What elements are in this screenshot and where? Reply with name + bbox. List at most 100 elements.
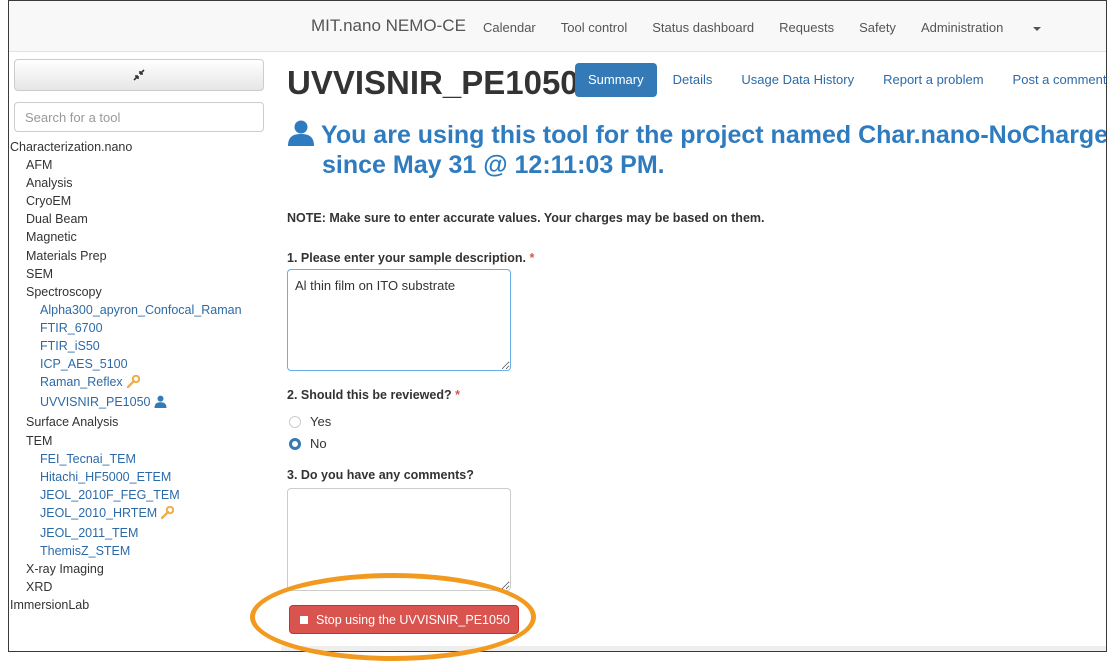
nav-administration[interactable]: Administration: [921, 20, 1066, 35]
radio-unchecked-icon: [289, 415, 301, 428]
review-option-yes[interactable]: Yes: [289, 414, 331, 429]
sidebar-item-icp-aes-5100[interactable]: ICP_AES_5100: [9, 355, 271, 373]
sidebar-item-ftir-is50[interactable]: FTIR_iS50: [9, 337, 271, 355]
page-title: UVVISNIR_PE1050: [287, 64, 579, 101]
stop-button-label: Stop using the UVVISNIR_PE1050: [316, 612, 510, 627]
sidebar-item-x-ray-imaging[interactable]: X-ray Imaging: [9, 560, 271, 578]
sidebar-item-dual-beam[interactable]: Dual Beam: [9, 210, 271, 228]
sidebar-item-jeol-2010f-feg-tem[interactable]: JEOL_2010F_FEG_TEM: [9, 486, 271, 504]
sidebar-item-label: ICP_AES_5100: [40, 357, 128, 372]
sidebar-item-label: X-ray Imaging: [26, 562, 104, 577]
tool-in-use-banner: You are using this tool for the project …: [287, 120, 1107, 180]
sidebar-item-label: Magnetic: [26, 230, 77, 245]
sidebar-item-label: JEOL_2010F_FEG_TEM: [40, 487, 180, 502]
sidebar-item-label: FTIR_6700: [40, 320, 103, 335]
caret-down-icon: [1033, 26, 1042, 31]
compress-arrows-icon: [133, 69, 145, 81]
sidebar-item-ftir-6700[interactable]: FTIR_6700: [9, 319, 271, 337]
tab-post-a-comment[interactable]: Post a comment: [1000, 63, 1106, 97]
collapse-sidebar-button[interactable]: [14, 59, 264, 91]
sidebar-item-label: TEM: [26, 433, 53, 448]
sidebar-item-alpha300-apyron-confocal-raman[interactable]: Alpha300_apyron_Confocal_Raman: [9, 301, 271, 319]
top-navbar: MIT.nano NEMO-CE Calendar Tool control S…: [9, 1, 1106, 52]
sample-description-textarea[interactable]: [287, 269, 511, 371]
sidebar-item-label: Alpha300_apyron_Confocal_Raman: [40, 302, 242, 317]
sidebar-item-raman-reflex[interactable]: Raman_Reflex: [9, 373, 271, 393]
nav-safety[interactable]: Safety: [859, 20, 896, 35]
tab-usage-data-history[interactable]: Usage Data History: [728, 63, 867, 97]
question-1-text: 1. Please enter your sample description.: [287, 251, 526, 265]
question-2-text: 2. Should this be reviewed?: [287, 388, 452, 402]
sidebar-item-label: FTIR_iS50: [40, 339, 100, 354]
wrench-icon: [160, 505, 175, 524]
nav-links: Calendar Tool control Status dashboard R…: [483, 20, 1091, 35]
tab-details[interactable]: Details: [660, 63, 726, 97]
sidebar-item-cryoem[interactable]: CryoEM: [9, 192, 271, 210]
tab-summary[interactable]: Summary: [575, 63, 657, 97]
sidebar-item-label: XRD: [26, 580, 53, 595]
sidebar-item-jeol-2011-tem[interactable]: JEOL_2011_TEM: [9, 524, 271, 542]
sidebar-item-label: Surface Analysis: [26, 415, 119, 430]
sidebar-item-magnetic[interactable]: Magnetic: [9, 228, 271, 246]
nav-status-dashboard[interactable]: Status dashboard: [652, 20, 754, 35]
sidebar-item-label: Characterization.nano: [10, 140, 133, 154]
sidebar-item-spectroscopy[interactable]: Spectroscopy: [9, 283, 271, 301]
question-2-label: 2. Should this be reviewed? *: [287, 388, 460, 402]
sidebar-item-sem[interactable]: SEM: [9, 265, 271, 283]
question-3-label: 3. Do you have any comments?: [287, 468, 474, 482]
sidebar-item-label: Hitachi_HF5000_ETEM: [40, 469, 172, 484]
sidebar-item-characterization-nano[interactable]: Characterization.nano: [9, 138, 271, 156]
nav-tool-control[interactable]: Tool control: [561, 20, 627, 35]
user-icon: [288, 120, 314, 146]
sidebar-item-analysis[interactable]: Analysis: [9, 174, 271, 192]
comments-textarea[interactable]: [287, 488, 511, 591]
sidebar-item-uvvisnir-pe1050[interactable]: UVVISNIR_PE1050: [9, 393, 271, 413]
sidebar-item-xrd[interactable]: XRD: [9, 578, 271, 596]
sidebar-item-hitachi-hf5000-etem[interactable]: Hitachi_HF5000_ETEM: [9, 468, 271, 486]
footer-band: [281, 646, 1106, 651]
sidebar-item-label: Materials Prep: [26, 248, 107, 263]
banner-line-2: since May 31 @ 12:11:03 PM.: [322, 151, 665, 179]
nav-calendar[interactable]: Calendar: [483, 20, 536, 35]
sidebar-item-label: Spectroscopy: [26, 284, 102, 299]
review-option-no[interactable]: No: [289, 436, 327, 451]
sidebar-item-label: JEOL_2010_HRTEM: [40, 505, 158, 520]
review-option-no-label: No: [310, 436, 327, 451]
sidebar-item-jeol-2010-hrtem[interactable]: JEOL_2010_HRTEM: [9, 504, 271, 524]
sidebar-item-surface-analysis[interactable]: Surface Analysis: [9, 413, 271, 431]
sidebar-item-label: SEM: [26, 266, 54, 281]
sidebar-item-immersionlab[interactable]: ImmersionLab: [9, 596, 271, 614]
review-option-yes-label: Yes: [310, 414, 332, 429]
sidebar-item-label: FEI_Tecnai_TEM: [40, 451, 136, 466]
nav-administration-label: Administration: [920, 20, 1004, 35]
sidebar-item-label: Raman_Reflex: [40, 375, 123, 390]
sidebar-item-label: CryoEM: [26, 194, 72, 209]
tool-tree: Characterization.nano AFM Analysis CryoEM Du…: [9, 138, 271, 614]
charges-note: NOTE: Make sure to enter accurate values…: [287, 211, 765, 225]
sidebar-item-fei-tecnai-tem[interactable]: FEI_Tecnai_TEM: [9, 450, 271, 468]
tab-report-a-problem[interactable]: Report a problem: [870, 63, 996, 97]
nav-requests[interactable]: Requests: [779, 20, 834, 35]
stop-using-tool-button[interactable]: Stop using the UVVISNIR_PE1050: [289, 605, 519, 634]
sidebar-item-label: Dual Beam: [26, 212, 88, 227]
wrench-icon: [126, 375, 140, 393]
sidebar-item-label: ThemisZ_STEM: [40, 544, 131, 559]
question-1-label: 1. Please enter your sample description.…: [287, 251, 534, 265]
sidebar-item-label: JEOL_2011_TEM: [40, 525, 139, 540]
sidebar-item-themisz-stem[interactable]: ThemisZ_STEM: [9, 542, 271, 560]
stop-square-icon: [300, 615, 308, 624]
banner-text-1: You are using this tool for the project …: [321, 121, 1107, 149]
sidebar-item-tem[interactable]: TEM: [9, 432, 271, 450]
tool-tabs: Summary Details Usage Data History Repor…: [575, 63, 1106, 97]
required-marker: *: [455, 388, 460, 402]
sidebar-item-materials-prep[interactable]: Materials Prep: [9, 247, 271, 265]
radio-checked-icon: [289, 437, 301, 450]
banner-line-1: You are using this tool for the project …: [287, 120, 1107, 150]
sidebar-item-label: Analysis: [26, 176, 73, 191]
brand-link[interactable]: MIT.nano NEMO-CE: [311, 16, 466, 36]
tool-search-input[interactable]: [14, 102, 264, 132]
required-marker: *: [529, 251, 535, 265]
app-window: MIT.nano NEMO-CE Calendar Tool control S…: [8, 0, 1107, 652]
user-icon: [154, 395, 167, 413]
sidebar-item-afm[interactable]: AFM: [9, 156, 271, 174]
